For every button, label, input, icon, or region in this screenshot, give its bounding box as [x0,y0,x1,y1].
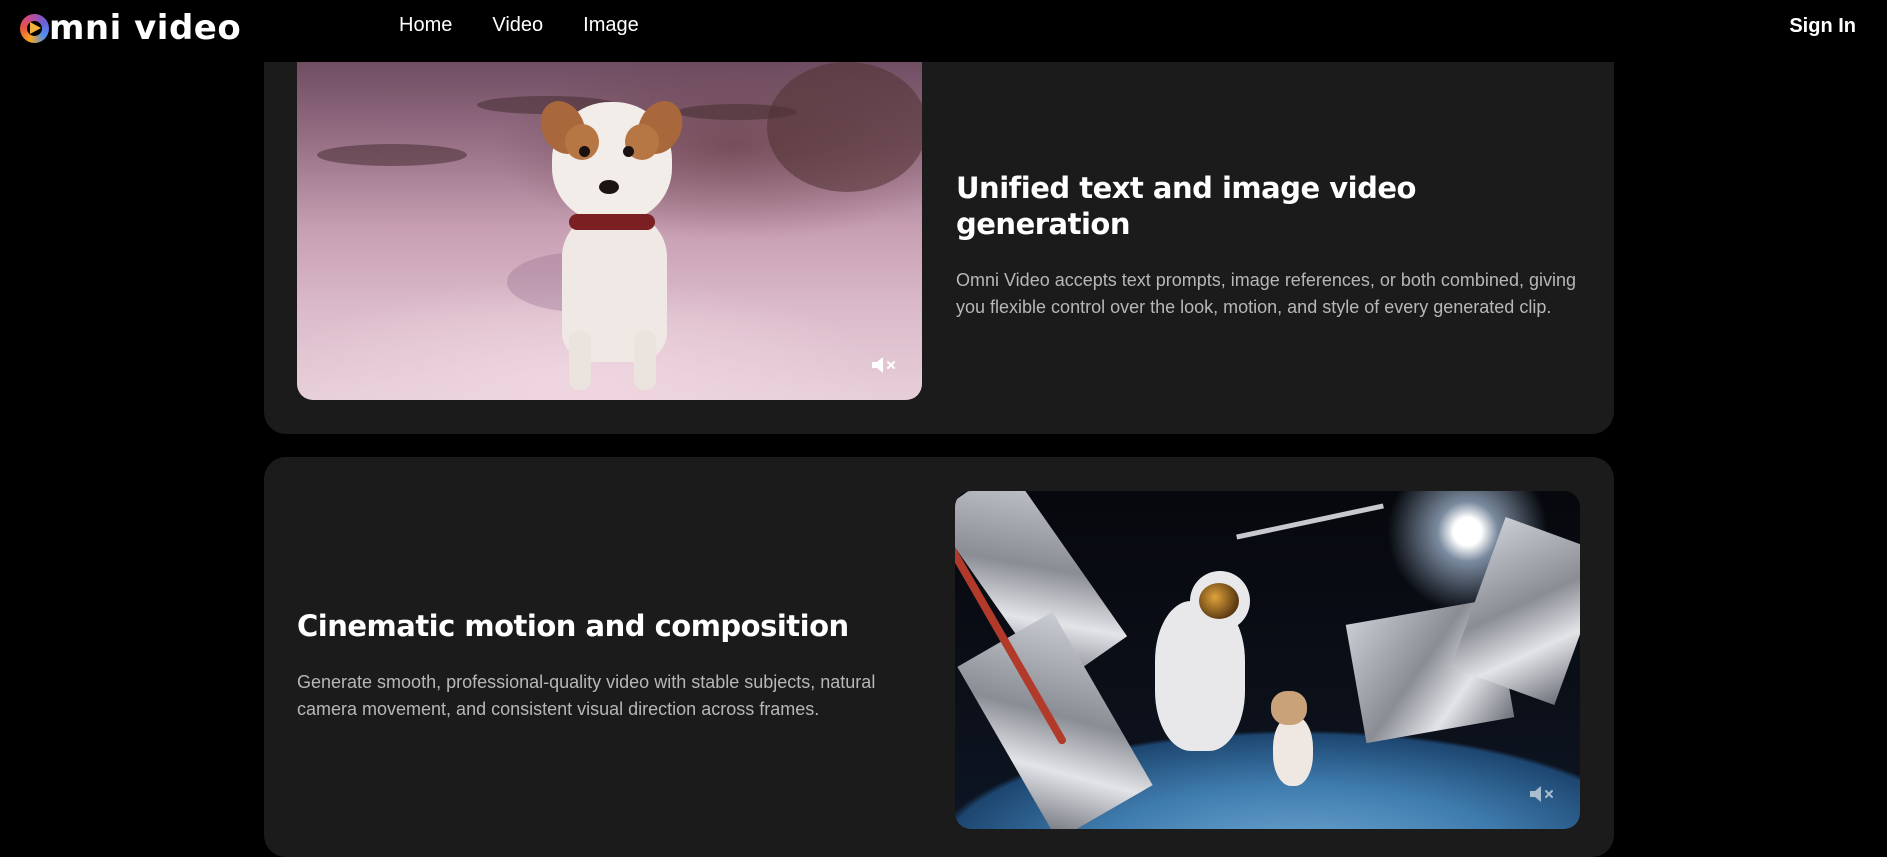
sign-in-button[interactable]: Sign In [1789,15,1856,37]
nav-item-image[interactable]: Image [583,14,639,36]
feature-card-unified-generation: Unified text and image video generation … [264,20,1614,434]
video-frame-dog-snow [297,62,922,400]
nav-item-video[interactable]: Video [492,14,543,36]
muted-speaker-icon[interactable] [1528,783,1556,805]
feature-video-astronaut-dog-space[interactable] [955,491,1580,829]
brand-name: mni video [49,8,242,48]
muted-speaker-icon[interactable] [870,354,898,376]
feature-description: Omni Video accepts text prompts, image r… [956,270,1576,317]
feature-title: Unified text and image video generation [956,171,1416,241]
feature-card-cinematic-motion: Cinematic motion and composition Generat… [264,457,1614,857]
feature-title: Cinematic motion and composition [297,609,849,643]
main-nav: Home Video Image [399,14,679,36]
feature-text-unified-generation: Unified text and image video generation … [956,170,1596,321]
feature-text-cinematic-motion: Cinematic motion and composition Generat… [297,608,937,723]
video-frame-space-station [955,491,1580,829]
feature-video-dog-in-snow[interactable] [297,62,922,400]
top-navigation-bar: mni video Home Video Image Sign In [0,0,1887,62]
omni-video-logo-icon [20,13,49,43]
brand-logo[interactable]: mni video [20,8,241,48]
feature-description: Generate smooth, professional-quality vi… [297,672,876,719]
nav-item-home[interactable]: Home [399,14,452,36]
